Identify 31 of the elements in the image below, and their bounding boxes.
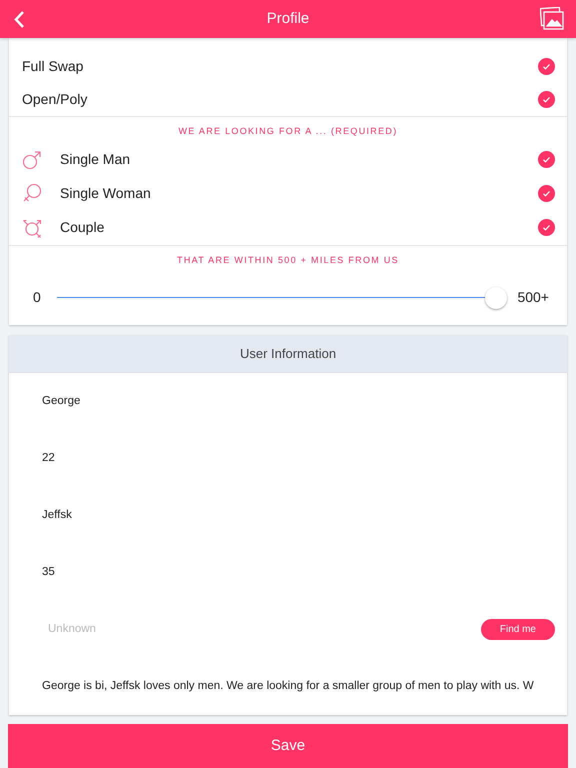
text-field[interactable]: Jeffsk [42,506,555,524]
option-label: Full Swap [22,57,84,76]
save-button[interactable]: Save [8,724,568,768]
option-label: Single Man [60,150,132,169]
couple-symbol-icon [22,217,42,238]
option-label: Couple [60,218,106,237]
text-field[interactable]: Unknown [42,620,481,638]
male-symbol-icon [22,149,42,170]
gallery-icon[interactable] [540,7,564,31]
section-heading: WE ARE LOOKING FOR A ... (REQUIRED) [177,125,399,138]
find-me-button[interactable]: Find me [480,619,555,640]
checkmark-icon[interactable] [538,219,555,236]
section-title: User Information [240,344,336,363]
distance-slider[interactable] [57,286,508,310]
checkmark-icon[interactable] [538,91,555,108]
slider-thumb[interactable] [485,286,508,308]
text-field[interactable]: 22 [42,450,555,468]
option-label: Single Woman [60,184,152,203]
slider-max-label: 500+ [517,288,549,307]
female-symbol-icon [22,183,42,204]
section-heading: THAT ARE WITHIN 500 + MILES FROM US [176,254,400,266]
back-icon[interactable] [14,11,25,28]
checkmark-icon[interactable] [538,151,555,168]
page-title: Profile [266,8,310,29]
text-field[interactable]: George [42,392,555,410]
checkmark-icon[interactable] [538,58,555,75]
option-label: Open/Poly [22,90,88,109]
slider-min-label: 0 [33,288,42,307]
text-field[interactable]: George is bi, Jeffsk loves only men. We are looking for a smaller group of men to play with us. W [42,678,555,696]
text-field[interactable]: 35 [42,564,555,582]
checkmark-icon[interactable] [538,185,555,202]
